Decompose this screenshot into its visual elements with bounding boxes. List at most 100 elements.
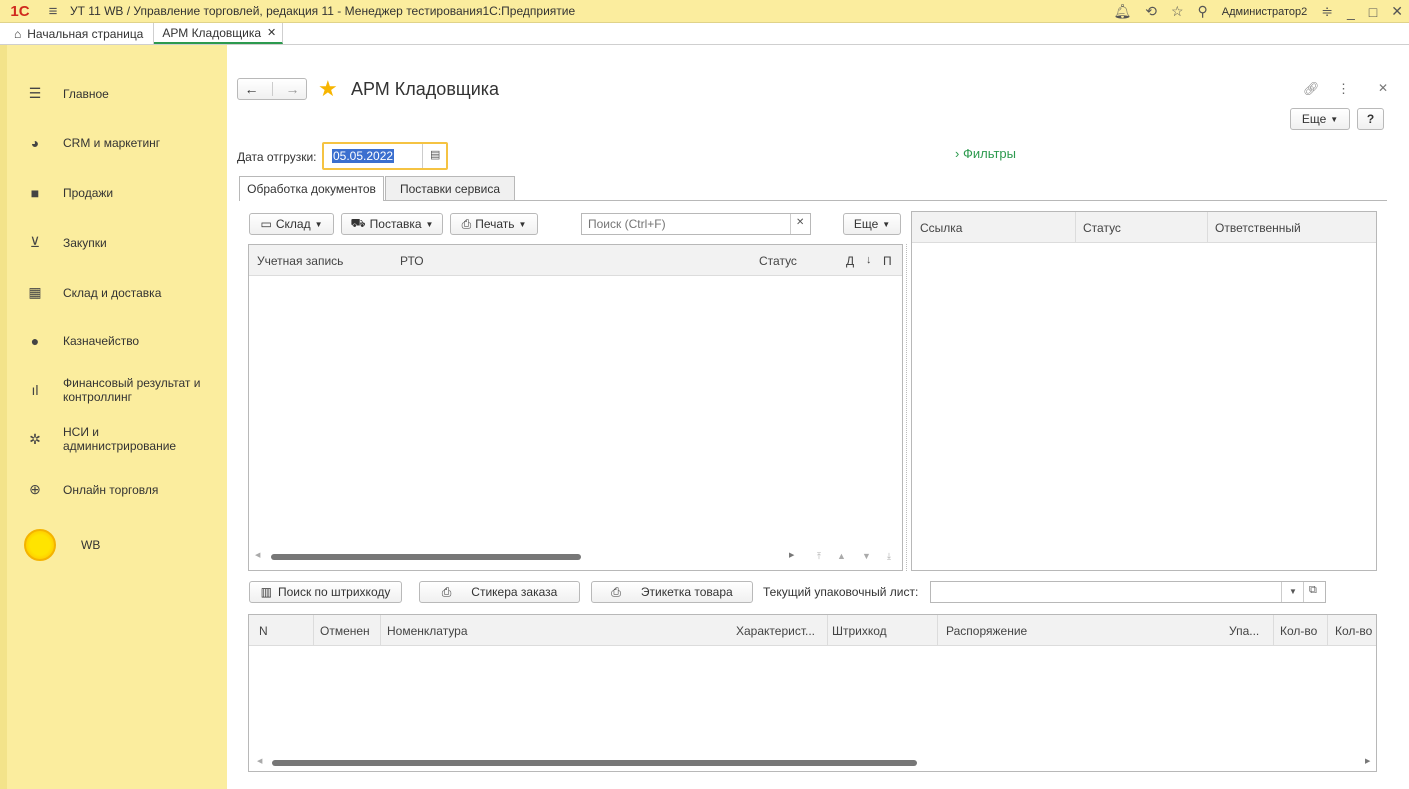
main-menu-icon[interactable]: ≡ bbox=[40, 3, 66, 20]
favorites-star-icon[interactable]: ☆ bbox=[1171, 3, 1184, 20]
col-ssylka[interactable]: Ссылка bbox=[920, 221, 962, 235]
scroll-left-icon[interactable]: ◀ bbox=[257, 757, 262, 765]
close-window-icon[interactable]: ✕ bbox=[1391, 3, 1403, 20]
filters-toggle[interactable]: › Фильтры bbox=[955, 146, 1016, 161]
close-form-icon[interactable]: ✕ bbox=[1378, 81, 1388, 95]
col-rasporyazhenie[interactable]: Распоряжение bbox=[946, 624, 1027, 638]
app-logo[interactable]: 1С bbox=[0, 0, 40, 23]
tab-postavki-label: Поставки сервиса bbox=[399, 181, 501, 196]
tab-postavki[interactable]: Поставки сервиса bbox=[385, 176, 515, 200]
sidebar-item-nsi[interactable]: ✲ НСИ и администрирование bbox=[7, 425, 227, 453]
move-bottom-icon[interactable]: ⤓ bbox=[887, 551, 891, 562]
col-kol-vo[interactable]: Кол-во bbox=[1280, 624, 1317, 638]
goods-table[interactable]: N Отменен Номенклатура Характерист... Шт… bbox=[248, 614, 1377, 772]
sidebar-item-label: Продажи bbox=[63, 186, 114, 200]
clear-search-icon[interactable]: ✕ bbox=[796, 217, 804, 228]
chevron-down-icon: ▼ bbox=[518, 219, 527, 229]
sidebar-item-sklad[interactable]: ▦ Склад и доставка bbox=[7, 284, 227, 301]
barcode-search-button[interactable]: ▥ Поиск по штрихкоду bbox=[249, 581, 402, 603]
date-field[interactable]: 05.05.2022 ▤ bbox=[322, 142, 448, 170]
nav-divider bbox=[271, 82, 273, 96]
printer-icon: ⎙ bbox=[441, 584, 452, 599]
postavka-button-label: Поставка bbox=[369, 217, 422, 231]
tab-arm-kladovshchika[interactable]: АРМ Кладовщика ✕ bbox=[154, 23, 284, 44]
documents-table[interactable]: Учетная запись РТО Статус Д ↓ П ◀ ▶ ⤒ ▲ … bbox=[248, 244, 903, 571]
field-divider bbox=[1281, 582, 1282, 602]
toolbar-more-button[interactable]: Еще ▼ bbox=[843, 213, 901, 235]
back-arrow-icon[interactable]: ← bbox=[245, 81, 259, 97]
bell-icon[interactable]: 🔔︎ bbox=[1113, 3, 1131, 20]
sidebar-item-label: Склад и доставка bbox=[63, 285, 162, 300]
print-button[interactable]: ⎙ Печать ▼ bbox=[450, 213, 538, 235]
sidebar-item-label: CRM и маркетинг bbox=[63, 136, 161, 150]
chevron-right-icon: › bbox=[955, 146, 960, 161]
tab-home[interactable]: ⌂ Начальная страница bbox=[0, 23, 155, 44]
favorite-star-icon[interactable]: ★ bbox=[318, 76, 338, 102]
col-p[interactable]: П bbox=[883, 254, 892, 268]
help-button[interactable]: ? bbox=[1357, 108, 1384, 130]
sidebar-item-kaznacheystvo[interactable]: ● Казначейство bbox=[7, 333, 227, 349]
search-input[interactable] bbox=[582, 214, 790, 234]
sklad-button[interactable]: ▭ Склад ▼ bbox=[249, 213, 334, 235]
postavka-button[interactable]: ⛟ Поставка ▼ bbox=[341, 213, 443, 235]
sort-arrow-icon[interactable]: ↓ bbox=[866, 254, 872, 266]
horizontal-scrollbar-thumb[interactable] bbox=[272, 760, 917, 766]
col-d[interactable]: Д bbox=[846, 254, 854, 268]
col-otmenen[interactable]: Отменен bbox=[320, 624, 370, 638]
history-icon[interactable]: ⟲ bbox=[1145, 3, 1157, 20]
wb-circle-icon bbox=[24, 529, 56, 561]
col-n[interactable]: N bbox=[259, 624, 268, 638]
move-down-icon[interactable]: ▼ bbox=[862, 551, 871, 561]
tab-home-label: Начальная страница bbox=[27, 26, 144, 41]
more-vert-icon[interactable]: ⋮ bbox=[1337, 81, 1350, 97]
tab-active-label: АРМ Кладовщика bbox=[162, 25, 262, 40]
col-upakovka[interactable]: Упа... bbox=[1229, 624, 1259, 638]
sidebar-item-prodazhi[interactable]: ■ Продажи bbox=[7, 185, 227, 201]
maximize-icon[interactable]: □ bbox=[1369, 4, 1377, 20]
close-tab-icon[interactable]: ✕ bbox=[267, 26, 276, 39]
col-harakteristika[interactable]: Характерист... bbox=[736, 624, 815, 638]
scroll-right-icon[interactable]: ▶ bbox=[1365, 757, 1370, 765]
sidebar-item-online[interactable]: ⊕ Онлайн торговля bbox=[7, 481, 227, 498]
sidebar-item-label: Финансовый результат и контроллинг bbox=[63, 376, 201, 404]
dropdown-icon[interactable]: ▼ bbox=[1289, 587, 1297, 596]
horizontal-scrollbar-thumb[interactable] bbox=[271, 554, 581, 560]
calendar-icon[interactable]: ▤ bbox=[430, 148, 440, 161]
col-status[interactable]: Статус bbox=[1083, 221, 1121, 235]
search-icon[interactable]: ⚲ bbox=[1198, 3, 1208, 20]
printer-icon: ⎙ bbox=[461, 216, 472, 231]
move-up-icon[interactable]: ▲ bbox=[837, 551, 846, 561]
forward-arrow-icon[interactable]: → bbox=[286, 81, 300, 97]
settings-menu-icon[interactable]: ≑ bbox=[1321, 3, 1333, 20]
user-name[interactable]: Администратор2 bbox=[1222, 6, 1307, 18]
packing-list-field[interactable]: ▼ ⧉ bbox=[930, 581, 1326, 603]
sidebar-item-zakupki[interactable]: ⊻ Закупки bbox=[7, 234, 227, 251]
col-rto[interactable]: РТО bbox=[400, 254, 424, 268]
col-uchetnaya-zapis[interactable]: Учетная запись bbox=[257, 254, 343, 268]
scroll-right-icon[interactable]: ▶ bbox=[789, 551, 794, 559]
pie-chart-icon: ◕ bbox=[30, 135, 40, 151]
open-icon[interactable]: ⧉ bbox=[1309, 584, 1317, 597]
link-icon[interactable]: 🔗︎ bbox=[1303, 81, 1320, 97]
sidebar-item-wb[interactable]: WB bbox=[7, 528, 227, 562]
tab-obrabotka[interactable]: Обработка документов bbox=[239, 176, 384, 201]
splitter[interactable] bbox=[906, 244, 907, 571]
col-nomenklatura[interactable]: Номенклатура bbox=[387, 624, 468, 638]
truck-icon: ⛟ bbox=[350, 216, 366, 230]
product-label-button[interactable]: ⎙ Этикетка товара bbox=[591, 581, 753, 603]
sidebar-item-glavnoe[interactable]: ☰ Главное bbox=[7, 85, 227, 102]
col-status[interactable]: Статус bbox=[759, 254, 797, 268]
sidebar-item-finrezultat[interactable]: ıl Финансовый результат и контроллинг bbox=[7, 376, 227, 404]
move-top-icon[interactable]: ⤒ bbox=[817, 551, 821, 562]
order-stickers-button[interactable]: ⎙ Стикера заказа bbox=[419, 581, 580, 603]
scroll-left-icon[interactable]: ◀ bbox=[255, 551, 260, 559]
minimize-icon[interactable]: _ bbox=[1347, 4, 1355, 20]
col-shtrihkod[interactable]: Штрихкод bbox=[832, 624, 887, 638]
more-button[interactable]: Еще ▼ bbox=[1290, 108, 1350, 130]
print-button-label: Печать bbox=[475, 217, 515, 231]
search-field[interactable]: ✕ bbox=[581, 213, 811, 235]
col-otvetstvenny[interactable]: Ответственный bbox=[1215, 221, 1301, 235]
right-table[interactable]: Ссылка Статус Ответственный bbox=[911, 211, 1377, 571]
sidebar-item-crm[interactable]: ◕ CRM и маркетинг bbox=[7, 135, 227, 151]
col-kol-vo-2[interactable]: Кол-во bbox=[1335, 624, 1372, 638]
